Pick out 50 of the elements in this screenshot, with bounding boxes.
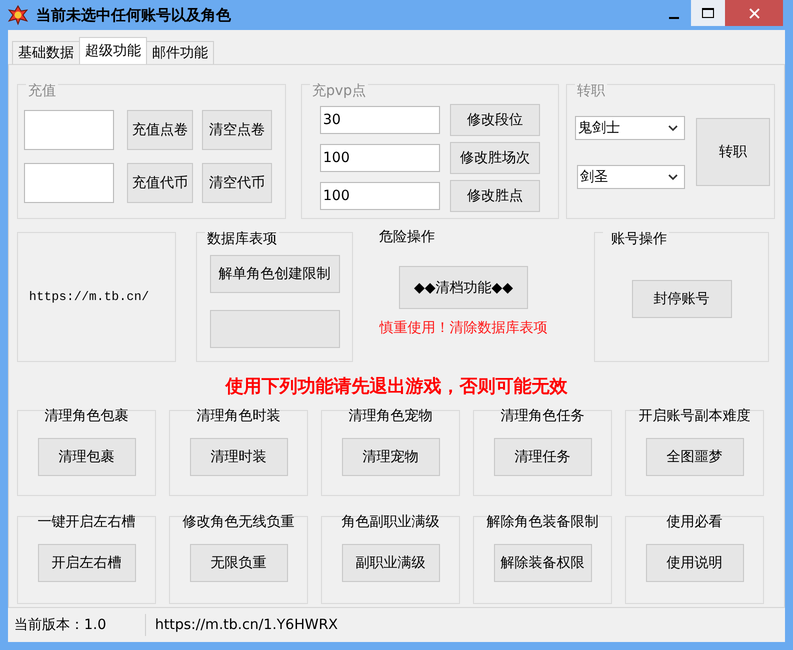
group-title: 清理角色时装 (196, 408, 280, 424)
chevron-down-icon (668, 124, 678, 132)
maximize-button[interactable] (691, 0, 725, 26)
version-text: 当前版本：1.0 (13, 616, 108, 634)
url-text: https://m.tb.cn/ (29, 290, 150, 304)
push-button[interactable]: 清理包裹 (38, 438, 136, 476)
push-button[interactable]: 清理任务 (494, 438, 592, 476)
status-link[interactable]: https://m.tb.cn/1.Y6HWRX (155, 617, 338, 633)
group-title: 账号操作 (611, 231, 667, 247)
app-logo-icon (8, 5, 28, 25)
tab[interactable]: 邮件功能 (146, 41, 214, 64)
push-button[interactable]: ◆◆清档功能◆◆ (399, 266, 528, 309)
chevron-down-icon (668, 174, 678, 180)
text-field[interactable] (24, 163, 114, 203)
push-button[interactable]: 清理宠物 (342, 438, 440, 476)
push-button[interactable]: 解除装备权限 (494, 544, 592, 582)
dropdown-value: 鬼剑士 (578, 119, 620, 137)
window-title: 当前未选中任何账号以及角色 (36, 6, 231, 24)
push-button[interactable]: 无限负重 (190, 544, 288, 582)
group-title: 充值 (28, 83, 56, 99)
minimize-icon (669, 17, 679, 19)
group-title: 清理角色任务 (500, 408, 584, 424)
group-title: 数据库表项 (207, 231, 277, 247)
tab[interactable]: 基础数据 (12, 41, 80, 64)
group-title: 清理角色宠物 (348, 408, 432, 424)
group-title: 清理角色包裹 (44, 408, 128, 424)
dropdown-value: 剑圣 (580, 168, 608, 186)
push-button[interactable]: 解单角色创建限制 (210, 255, 340, 293)
push-button[interactable]: 开启左右槽 (38, 544, 136, 582)
text-field[interactable] (24, 110, 114, 150)
group-title: 一键开启左右槽 (38, 514, 136, 530)
push-button[interactable]: 封停账号 (632, 280, 732, 318)
group-title: 使用必看 (666, 514, 722, 530)
group-title: 转职 (577, 83, 605, 99)
group-title: 角色副职业满级 (342, 514, 440, 530)
group-title: 开启账号副本难度 (638, 408, 750, 424)
maximize-icon (702, 8, 714, 18)
notice-text: 使用下列功能请先退出游戏，否则可能无效 (224, 375, 568, 398)
group-title: 充pvp点 (312, 83, 366, 99)
group-title: 修改角色无线负重 (182, 514, 294, 530)
push-button[interactable]: 使用说明 (646, 544, 744, 582)
section-title: 危险操作 (379, 228, 435, 246)
close-button[interactable] (725, 0, 783, 26)
push-button[interactable]: 副职业满级 (342, 544, 440, 582)
tab[interactable]: 超级功能 (79, 37, 147, 64)
push-button[interactable]: 清理时装 (190, 438, 288, 476)
warning-text: 慎重使用！清除数据库表项 (380, 319, 548, 337)
group-title: 解除角色装备限制 (486, 514, 598, 530)
push-button[interactable]: 全图噩梦 (646, 438, 744, 476)
close-icon (748, 8, 760, 18)
